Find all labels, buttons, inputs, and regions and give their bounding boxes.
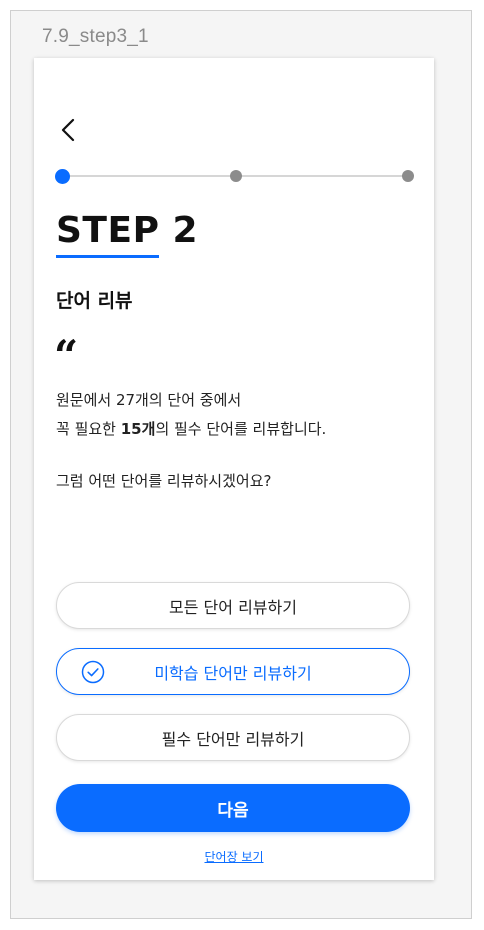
description: 원문에서 27개의 단어 중에서 꼭 필요한 15개의 필수 단어를 리뷰합니다… [56, 386, 416, 444]
step-title: STEP 2 [56, 210, 198, 258]
check-circle-icon [81, 660, 105, 684]
description-line-1: 원문에서 27개의 단어 중에서 [56, 391, 242, 409]
phone-screen: STEP 2 단어 리뷰 “ 원문에서 27개의 단어 중에서 꼭 필요한 15… [34, 58, 434, 880]
option-label: 필수 단어만 리뷰하기 [161, 729, 305, 749]
description-line-2: 꼭 필요한 15개의 필수 단어를 리뷰합니다. [56, 415, 416, 444]
vocab-book-link[interactable]: 단어장 보기 [34, 848, 434, 865]
option-all-words[interactable]: 모든 단어 리뷰하기 [56, 582, 410, 629]
artboard-label: 7.9_step3_1 [42, 26, 149, 47]
step-number: 2 [172, 210, 199, 251]
progress-dot-3 [402, 170, 414, 182]
option-unlearned-words[interactable]: 미학습 단어만 리뷰하기 [56, 648, 410, 695]
quote-mark: “ [54, 331, 79, 380]
option-label: 미학습 단어만 리뷰하기 [154, 663, 312, 683]
line2-prefix: 꼭 필요한 [56, 420, 121, 438]
step-word: STEP [56, 210, 160, 258]
option-required-words[interactable]: 필수 단어만 리뷰하기 [56, 714, 410, 761]
step-progress [55, 168, 416, 184]
progress-dot-2 [230, 170, 242, 182]
next-button[interactable]: 다음 [56, 784, 410, 832]
page-subtitle: 단어 리뷰 [56, 290, 133, 312]
progress-dot-1 [55, 168, 70, 184]
line2-suffix: 의 필수 단어를 리뷰합니다. [155, 420, 327, 438]
chevron-left-icon [61, 118, 75, 142]
required-count: 15개 [120, 420, 156, 438]
option-label: 모든 단어 리뷰하기 [169, 597, 297, 617]
question-text: 그럼 어떤 단어를 리뷰하시겠어요? [56, 472, 272, 490]
back-button[interactable] [56, 116, 80, 144]
